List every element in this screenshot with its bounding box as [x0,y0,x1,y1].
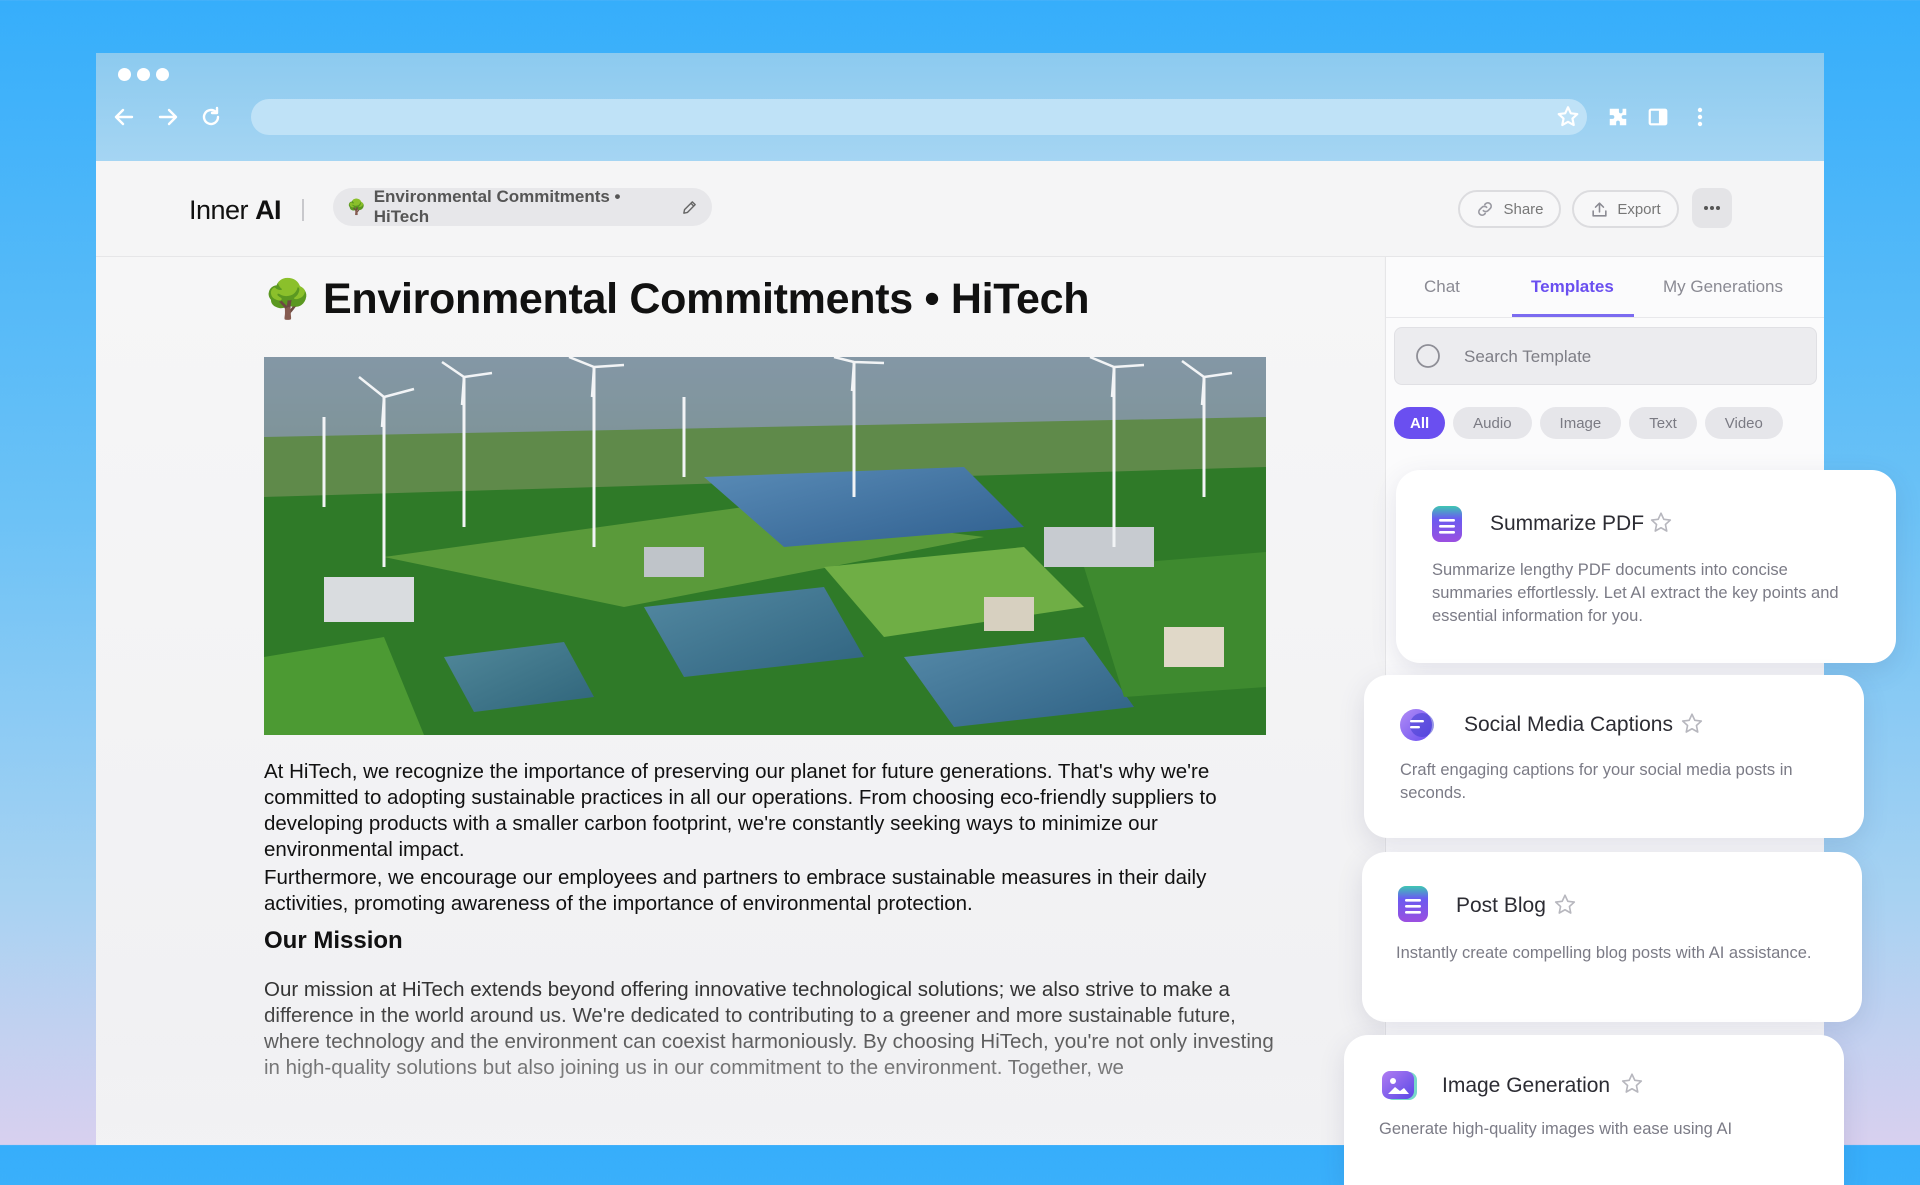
tree-icon: 🌳 [264,278,312,321]
link-icon [1475,199,1495,219]
document-heading[interactable]: 🌳 Environmental Commitments • HiTech [264,275,1090,324]
share-button[interactable]: Share [1458,190,1561,228]
kebab-menu-icon[interactable] [1686,103,1714,131]
export-button[interactable]: Export [1572,190,1679,228]
tab-chat[interactable]: Chat [1424,277,1460,297]
maximize-dot[interactable] [156,68,169,81]
tree-icon: 🌳 [347,199,366,216]
template-description: Instantly create compelling blog posts w… [1396,944,1812,962]
paragraph[interactable]: At HiTech, we recognize the importance o… [264,759,1274,863]
section-heading[interactable]: Our Mission [264,927,403,955]
filter-chip-text[interactable]: Text [1629,407,1697,439]
tab-my-generations[interactable]: My Generations [1663,277,1783,297]
more-options-button[interactable] [1692,188,1732,228]
search-box [1394,327,1817,386]
divider [302,199,304,221]
tab-templates[interactable]: Templates [1531,277,1614,297]
hero-image-sustainable-city [264,357,1266,735]
image-icon [1380,1069,1420,1107]
document-lines-icon [1396,884,1430,922]
filter-chip-image[interactable]: Image [1539,407,1622,439]
browser-toolbar [96,53,1824,161]
bookmark-star-icon[interactable] [1555,104,1581,135]
ellipsis-icon [1703,205,1721,211]
document-editor[interactable]: 🌳 Environmental Commitments • HiTech At … [96,257,1384,1145]
favorite-star-icon[interactable] [1619,1071,1645,1102]
window-controls [118,68,169,81]
reload-icon[interactable] [197,103,225,131]
address-bar[interactable] [251,99,1587,135]
active-tab-indicator [1512,314,1634,317]
search-input[interactable] [1462,328,1796,386]
back-arrow-icon[interactable] [110,103,138,131]
favorite-star-icon[interactable] [1648,510,1674,541]
forward-arrow-icon[interactable] [154,103,182,131]
sidebar-icon[interactable] [1644,103,1672,131]
template-title: Image Generation [1442,1074,1611,1097]
app-header: Inner AI 🌳 Environmental Commitments • H… [96,161,1824,257]
upload-icon [1590,200,1609,219]
template-card-image-generation[interactable]: Image Generation Generate high-quality i… [1344,1035,1844,1185]
template-title: Post Blog [1456,894,1546,917]
favorite-star-icon[interactable] [1552,892,1578,923]
template-card-summarize-pdf[interactable]: Summarize PDF Summarize lengthy PDF docu… [1396,470,1896,663]
template-card-post-blog[interactable]: Post Blog Instantly create compelling bl… [1362,852,1862,1022]
logo-text-bold: AI [255,195,282,225]
template-card-social-media-captions[interactable]: Social Media Captions Craft engaging cap… [1364,675,1864,838]
template-title: Social Media Captions [1464,713,1673,736]
template-description: Summarize lengthy PDF documents into con… [1432,561,1839,625]
document-lines-icon [1430,504,1464,542]
search-icon [1415,343,1443,376]
chat-bubble-icon [1398,707,1438,745]
filter-chip-all[interactable]: All [1394,407,1446,439]
template-description: Craft engaging captions for your social … [1400,761,1793,802]
favorite-star-icon[interactable] [1679,711,1705,742]
filter-chips: All Audio Image Text Video [1394,407,1783,439]
export-label: Export [1617,200,1661,218]
share-label: Share [1503,200,1544,218]
document-title-text: Environmental Commitments • HiTech [323,275,1090,323]
paragraph[interactable]: Furthermore, we encourage our employees … [264,865,1274,917]
extensions-puzzle-icon[interactable] [1604,103,1632,131]
filter-chip-video[interactable]: Video [1704,407,1783,439]
minimize-dot[interactable] [137,68,150,81]
template-description: Generate high-quality images with ease u… [1379,1120,1733,1138]
filter-chip-audio[interactable]: Audio [1453,407,1532,439]
logo-text: Inner [189,195,249,225]
panel-tabs: Chat Templates My Generations [1386,257,1824,318]
template-title: Summarize PDF [1490,512,1645,535]
pencil-icon[interactable] [681,199,698,216]
document-title-pill[interactable]: 🌳 Environmental Commitments • HiTech [333,187,712,226]
close-dot[interactable] [118,68,131,81]
paragraph[interactable]: Our mission at HiTech extends beyond off… [264,977,1274,1081]
inner-ai-logo[interactable]: Inner AI [189,195,282,226]
doc-pill-label: Environmental Commitments • HiTech [373,187,621,226]
